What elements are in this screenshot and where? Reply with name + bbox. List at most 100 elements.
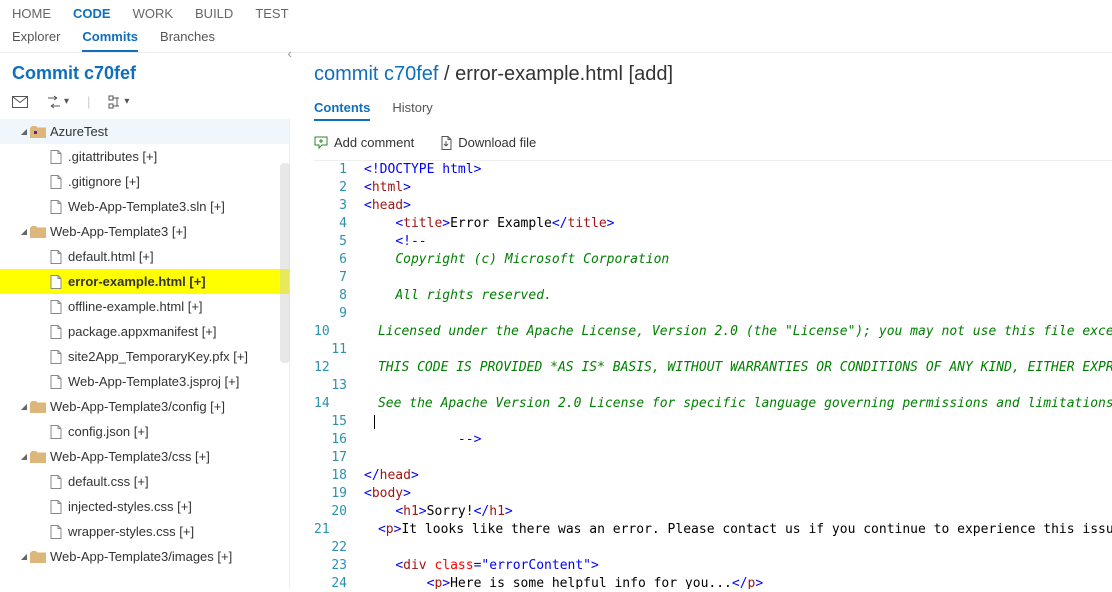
line-number: 20: [314, 503, 356, 521]
line-number: 11: [314, 341, 356, 359]
file-tree[interactable]: ◢ AzureTest .gitattributes [+] .gitignore […: [0, 119, 290, 589]
code-text: <div class="errorContent">: [356, 557, 599, 575]
tree-settings-icon[interactable]: ▾: [108, 95, 129, 109]
code-line[interactable]: 7: [314, 269, 1112, 287]
code-text: [356, 377, 364, 395]
top-nav-code[interactable]: CODE: [73, 6, 111, 25]
commit-link[interactable]: commit c70fef: [314, 63, 438, 85]
code-line[interactable]: 10 Licensed under the Apache License, Ve…: [314, 323, 1112, 341]
file-tabs[interactable]: Contents History: [314, 100, 1112, 121]
line-number: 21: [314, 521, 339, 539]
tree-folder[interactable]: ◢Web-App-Template3/images [+]: [0, 544, 289, 569]
sub-nav[interactable]: Explorer Commits Branches: [0, 25, 1112, 53]
tree-file[interactable]: error-example.html [+]: [0, 269, 289, 294]
chevron-down-icon[interactable]: ◢: [18, 227, 30, 236]
tree-label: default.html [+]: [68, 249, 154, 264]
code-line[interactable]: 16 -->: [314, 431, 1112, 449]
tab-contents[interactable]: Contents: [314, 100, 370, 121]
add-comment-button[interactable]: Add comment: [314, 135, 414, 150]
code-line[interactable]: 11: [314, 341, 1112, 359]
file-icon: [48, 149, 64, 165]
top-nav-home[interactable]: HOME: [12, 6, 51, 25]
code-text: All rights reserved.: [356, 287, 552, 305]
tree-file[interactable]: default.css [+]: [0, 469, 289, 494]
tree-label: Web-App-Template3/config [+]: [50, 399, 225, 414]
top-nav-test[interactable]: TEST: [255, 6, 288, 25]
email-icon[interactable]: [12, 96, 28, 108]
top-nav-work[interactable]: WORK: [133, 6, 173, 25]
file-icon: [48, 174, 64, 190]
file-icon: [48, 349, 64, 365]
code-line[interactable]: 6 Copyright (c) Microsoft Corporation: [314, 251, 1112, 269]
code-line[interactable]: 24 <p>Here is some helpful info for you.…: [314, 575, 1112, 589]
code-line[interactable]: 3<head>: [314, 197, 1112, 215]
top-nav-build[interactable]: BUILD: [195, 6, 233, 25]
right-pane: commit c70fef / error-example.html [add]…: [290, 53, 1112, 589]
code-line[interactable]: 23 <div class="errorContent">: [314, 557, 1112, 575]
line-number: 4: [314, 215, 356, 233]
scrollbar-thumb[interactable]: [280, 163, 290, 363]
tree-file[interactable]: injected-styles.css [+]: [0, 494, 289, 519]
sub-nav-commits[interactable]: Commits: [82, 29, 138, 52]
tree-folder[interactable]: ◢Web-App-Template3 [+]: [0, 219, 289, 244]
code-line[interactable]: 8 All rights reserved.: [314, 287, 1112, 305]
line-number: 24: [314, 575, 356, 589]
code-line[interactable]: 14 See the Apache Version 2.0 License fo…: [314, 395, 1112, 413]
code-text: <!--: [356, 233, 427, 251]
code-line[interactable]: 18</head>: [314, 467, 1112, 485]
tree-file[interactable]: offline-example.html [+]: [0, 294, 289, 319]
line-number: 13: [314, 377, 356, 395]
code-viewer[interactable]: 1<!DOCTYPE html>2<html>3<head>4 <title>E…: [314, 160, 1112, 589]
tree-file[interactable]: Web-App-Template3.sln [+]: [0, 194, 289, 219]
chevron-down-icon[interactable]: ◢: [18, 452, 30, 461]
sub-nav-explorer[interactable]: Explorer: [12, 29, 60, 52]
code-line[interactable]: 4 <title>Error Example</title>: [314, 215, 1112, 233]
tree-folder[interactable]: ◢ Web-App-Template3/config [+]: [0, 394, 289, 419]
tree-label: default.css [+]: [68, 474, 149, 489]
download-file-button[interactable]: Download file: [440, 135, 536, 150]
code-line[interactable]: 20 <h1>Sorry!</h1>: [314, 503, 1112, 521]
tree-file[interactable]: site2App_TemporaryKey.pfx [+]: [0, 344, 289, 369]
tree-label: config.json [+]: [68, 424, 149, 439]
code-text: -->: [356, 431, 481, 449]
file-suffix: [add]: [623, 63, 673, 85]
code-text: <p>It looks like there was an error. Ple…: [339, 521, 1112, 539]
file-icon: [48, 524, 64, 540]
code-line[interactable]: 22: [314, 539, 1112, 557]
line-number: 19: [314, 485, 356, 503]
compare-icon[interactable]: ▾: [46, 95, 69, 109]
code-line[interactable]: 13: [314, 377, 1112, 395]
tree-label: AzureTest: [50, 124, 108, 139]
code-line[interactable]: 5 <!--: [314, 233, 1112, 251]
tree-folder[interactable]: ◢Web-App-Template3/css [+]: [0, 444, 289, 469]
tree-label: .gitattributes [+]: [68, 149, 157, 164]
tree-file[interactable]: package.appxmanifest [+]: [0, 319, 289, 344]
code-line[interactable]: 21 <p>It looks like there was an error. …: [314, 521, 1112, 539]
chevron-down-icon[interactable]: ◢: [18, 552, 30, 561]
code-line[interactable]: 12 THIS CODE IS PROVIDED *AS IS* BASIS, …: [314, 359, 1112, 377]
code-line[interactable]: 15: [314, 413, 1112, 431]
tree-file[interactable]: .gitignore [+]: [0, 169, 289, 194]
tree-folder[interactable]: ◢ AzureTest: [0, 119, 289, 144]
code-line[interactable]: 17: [314, 449, 1112, 467]
tree-file[interactable]: default.html [+]: [0, 244, 289, 269]
code-line[interactable]: 1<!DOCTYPE html>: [314, 161, 1112, 179]
code-line[interactable]: 2<html>: [314, 179, 1112, 197]
collapse-left-pane-icon[interactable]: ‹: [287, 45, 292, 61]
code-line[interactable]: 19<body>: [314, 485, 1112, 503]
tab-history[interactable]: History: [392, 100, 432, 121]
chevron-down-icon[interactable]: ◢: [18, 127, 30, 136]
code-line[interactable]: 9: [314, 305, 1112, 323]
tree-label: error-example.html [+]: [68, 274, 206, 289]
file-icon: [48, 299, 64, 315]
tree-file[interactable]: .gitattributes [+]: [0, 144, 289, 169]
sub-nav-branches[interactable]: Branches: [160, 29, 215, 52]
tree-file[interactable]: config.json [+]: [0, 419, 289, 444]
chevron-down-icon[interactable]: ◢: [18, 402, 30, 411]
tree-file[interactable]: Web-App-Template3.jsproj [+]: [0, 369, 289, 394]
top-nav[interactable]: HOME CODE WORK BUILD TEST: [0, 0, 1112, 25]
tree-label: wrapper-styles.css [+]: [68, 524, 194, 539]
tree-file[interactable]: wrapper-styles.css [+]: [0, 519, 289, 544]
code-text: <h1>Sorry!</h1>: [356, 503, 513, 521]
line-number: 10: [314, 323, 339, 341]
